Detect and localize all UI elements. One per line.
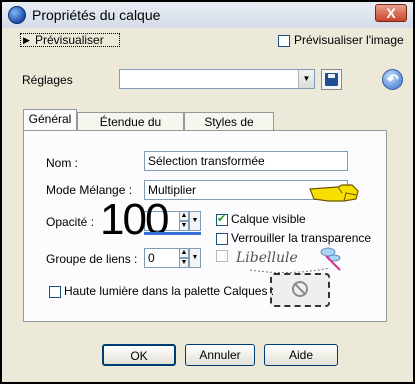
app-icon xyxy=(8,6,26,24)
settings-dropdown[interactable]: ▼ xyxy=(119,69,315,89)
no-link-icon-frame xyxy=(270,273,330,307)
link-group-spin-down[interactable]: ▼ xyxy=(179,258,189,268)
expand-icon: ▶ xyxy=(23,35,30,45)
title-bar: Propriétés du calque X xyxy=(2,2,413,28)
save-icon xyxy=(325,73,338,86)
preview-collapse-button[interactable]: ▶ Prévisualiser xyxy=(20,33,120,47)
cancel-button[interactable]: Annuler xyxy=(185,344,255,366)
prohibited-icon xyxy=(292,281,308,297)
settings-label: Réglages xyxy=(22,73,73,87)
reset-button[interactable]: ↶ xyxy=(382,69,403,90)
preview-image-label: Prévisualiser l'image xyxy=(294,33,404,47)
highlight-label: Haute lumière dans la palette Calques : xyxy=(64,284,275,298)
ok-button[interactable]: OK xyxy=(102,344,176,366)
layer-visible-checkbox[interactable] xyxy=(216,212,228,226)
link-group-value: 0 xyxy=(148,251,155,265)
name-value: Sélection transformée xyxy=(148,154,265,168)
link-group-dropdown-button[interactable]: ▼ xyxy=(189,248,201,268)
layer-properties-dialog: Propriétés du calque X ▶ Prévisualiser P… xyxy=(2,2,413,382)
close-button[interactable]: X xyxy=(375,4,407,22)
pointing-hand-icon xyxy=(308,181,360,205)
opacity-spin-up[interactable]: ▲ xyxy=(179,211,189,221)
preview-image-checkbox[interactable] xyxy=(278,35,290,47)
window-title: Propriétés du calque xyxy=(32,7,161,23)
opacity-value: 100 xyxy=(100,195,169,244)
undo-arrow-icon: ↶ xyxy=(387,71,399,87)
opacity-dropdown-button[interactable]: ▼ xyxy=(189,211,201,231)
highlight-checkbox[interactable] xyxy=(49,286,61,298)
link-group-spin-up[interactable]: ▲ xyxy=(179,248,189,258)
opacity-slider-track[interactable] xyxy=(144,232,201,235)
opacity-label: Opacité : xyxy=(46,215,95,229)
lock-transparency-checkbox[interactable] xyxy=(216,233,228,245)
link-group-label: Groupe de liens : xyxy=(46,252,138,266)
name-label: Nom : xyxy=(46,156,79,170)
name-input[interactable]: Sélection transformée xyxy=(144,151,348,171)
save-settings-button[interactable] xyxy=(321,69,342,90)
tab-general[interactable]: Général xyxy=(23,109,77,131)
layer-visible-label: Calque visible xyxy=(231,212,306,226)
help-button[interactable]: Aide xyxy=(264,344,338,366)
dropdown-arrow-icon: ▼ xyxy=(298,70,314,88)
tab-blend-range[interactable]: Étendue du mélange xyxy=(77,112,184,147)
link-checkbox[interactable] xyxy=(216,250,228,262)
tab-layer-styles[interactable]: Styles de calque xyxy=(184,112,274,147)
libellule-watermark: Libellule xyxy=(230,242,360,276)
opacity-spin-down[interactable]: ▼ xyxy=(179,221,189,231)
preview-label: Prévisualiser xyxy=(35,33,104,47)
